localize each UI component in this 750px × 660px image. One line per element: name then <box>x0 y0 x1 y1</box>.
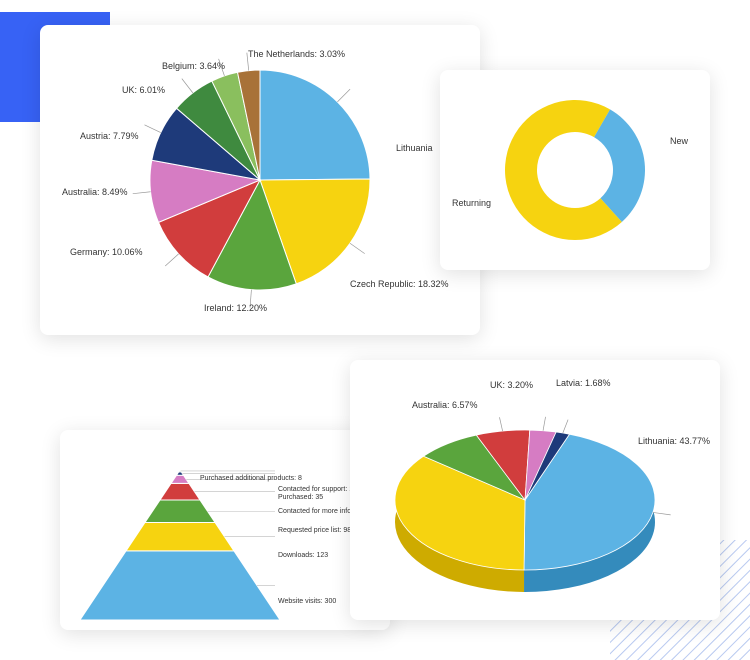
pie-label-netherlands: The Netherlands: 3.03% <box>248 49 345 59</box>
pie-label-belgium: Belgium: 3.64% <box>162 61 225 71</box>
pie-label-czech: Czech Republic: 18.32% <box>350 279 449 289</box>
pyramid-chart-card: Website visits: 300 Downloads: 123 Reque… <box>60 430 390 630</box>
pie-label-lithuania: Lithuania <box>396 143 433 153</box>
pie-label-australia: Australia: 8.49% <box>62 187 128 197</box>
pyramid-label-pricelist: Requested price list: 98 <box>278 527 351 534</box>
donut-label-returning: Returning <box>452 198 491 208</box>
pyramid-label-purchased: Purchased: 35 <box>278 494 323 501</box>
donut-label-new: New <box>670 136 688 146</box>
pie-label-austria: Austria: 7.79% <box>80 131 139 141</box>
pie-label-ireland: Ireland: 12.20% <box>204 303 267 313</box>
donut-user-type-chart <box>440 70 710 270</box>
pie3d-label-latvia: Latvia: 1.68% <box>556 378 611 388</box>
donut-chart-card: New Returning <box>440 70 710 270</box>
pyramid-label-downloads: Downloads: 123 <box>278 552 328 559</box>
pie-chart-card: Lithuania Czech Republic: 18.32% Ireland… <box>40 25 480 335</box>
pie3d-chart-card: Lithuania: 43.77% Australia: 6.57% UK: 3… <box>350 360 720 620</box>
pie3d-label-australia: Australia: 6.57% <box>412 400 478 410</box>
pie-label-uk: UK: 6.01% <box>122 85 165 95</box>
pyramid-label-additional: Purchased additional products: 8 <box>200 475 302 482</box>
pyramid-label-support: Contacted for support: 15 <box>278 486 357 493</box>
pie3d-countries-chart <box>350 360 720 620</box>
pyramid-label-visits: Website visits: 300 <box>278 598 336 605</box>
pie3d-label-uk: UK: 3.20% <box>490 380 533 390</box>
pie3d-label-lithuania: Lithuania: 43.77% <box>638 436 710 446</box>
pie-label-germany: Germany: 10.06% <box>70 247 143 257</box>
